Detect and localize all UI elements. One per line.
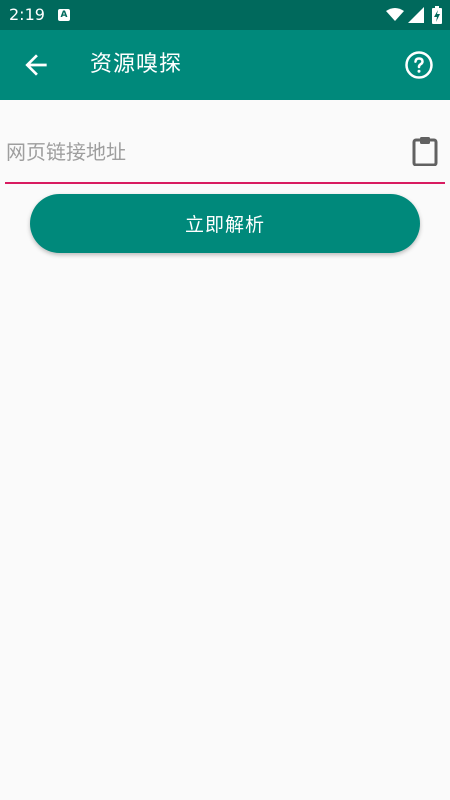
page-title: 资源嗅探 <box>90 52 183 77</box>
signal-icon <box>408 7 424 23</box>
app-bar: 资源嗅探 <box>0 30 450 100</box>
input-underline <box>5 182 445 184</box>
help-button[interactable] <box>404 50 434 80</box>
wifi-icon <box>386 8 404 21</box>
status-bar: 2:19 A <box>0 0 450 30</box>
notification-app-icon: A <box>58 9 70 21</box>
arrow-back-icon <box>25 54 47 76</box>
notification-app-glyph: A <box>60 10 68 20</box>
paste-button[interactable] <box>412 136 438 167</box>
battery-charging-icon <box>432 6 442 24</box>
clipboard-icon <box>412 137 438 167</box>
parse-button[interactable]: 立即解析 <box>30 194 420 253</box>
url-input[interactable] <box>6 133 386 171</box>
back-button[interactable] <box>20 49 52 81</box>
status-time: 2:19 <box>9 5 45 24</box>
help-circle-icon <box>405 51 433 79</box>
